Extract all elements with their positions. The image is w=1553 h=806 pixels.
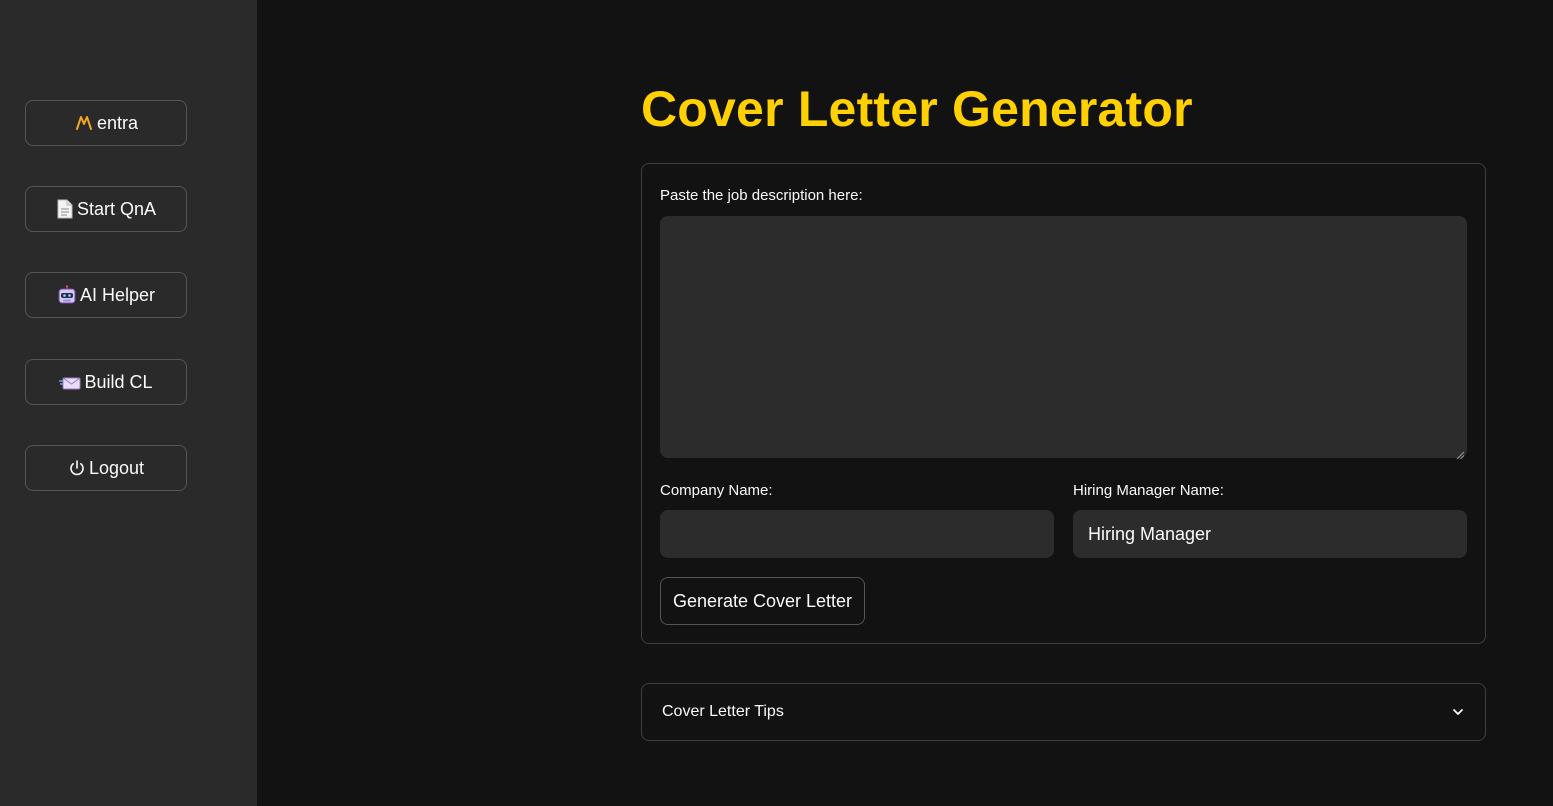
chevron-down-icon (1451, 705, 1465, 719)
company-name-input[interactable] (660, 510, 1054, 558)
main-content: Cover Letter Generator Paste the job des… (257, 0, 1553, 806)
sidebar-item-ai-helper[interactable]: AI Helper (25, 272, 187, 318)
cover-letter-tips-expander[interactable]: Cover Letter Tips (641, 683, 1486, 741)
hiring-manager-input[interactable]: Hiring Manager (1073, 510, 1467, 558)
mentra-logo-icon (74, 113, 94, 133)
resize-handle-icon[interactable] (1456, 447, 1465, 460)
sidebar-item-mentra[interactable]: entra (25, 100, 187, 146)
sidebar: entra Start QnA AI Helper Build CL Logou… (0, 0, 257, 806)
sidebar-item-label: entra (96, 112, 139, 133)
hiring-manager-label: Hiring Manager Name: (1073, 482, 1224, 499)
sidebar-item-label: Logout (88, 457, 145, 478)
sidebar-item-logout[interactable]: Logout (25, 445, 187, 491)
generate-cover-letter-button[interactable]: Generate Cover Letter (660, 577, 865, 625)
sidebar-item-build-cl[interactable]: Build CL (25, 359, 187, 405)
sidebar-item-start-qna[interactable]: Start QnA (25, 186, 187, 232)
envelope-icon (59, 373, 81, 391)
document-icon (56, 199, 74, 219)
sidebar-item-label: AI Helper (79, 284, 156, 305)
cover-letter-form: Paste the job description here: Company … (641, 163, 1486, 644)
sidebar-item-label: Start QnA (76, 198, 157, 219)
job-description-textarea[interactable] (660, 216, 1467, 458)
robot-icon (57, 285, 77, 305)
job-description-label: Paste the job description here: (660, 187, 863, 204)
expander-label: Cover Letter Tips (662, 703, 784, 720)
power-icon (68, 459, 86, 477)
page-title: Cover Letter Generator (641, 81, 1193, 137)
app-window: entra Start QnA AI Helper Build CL Logou… (0, 0, 1553, 806)
sidebar-item-label: Build CL (84, 371, 153, 392)
company-name-label: Company Name: (660, 482, 773, 499)
